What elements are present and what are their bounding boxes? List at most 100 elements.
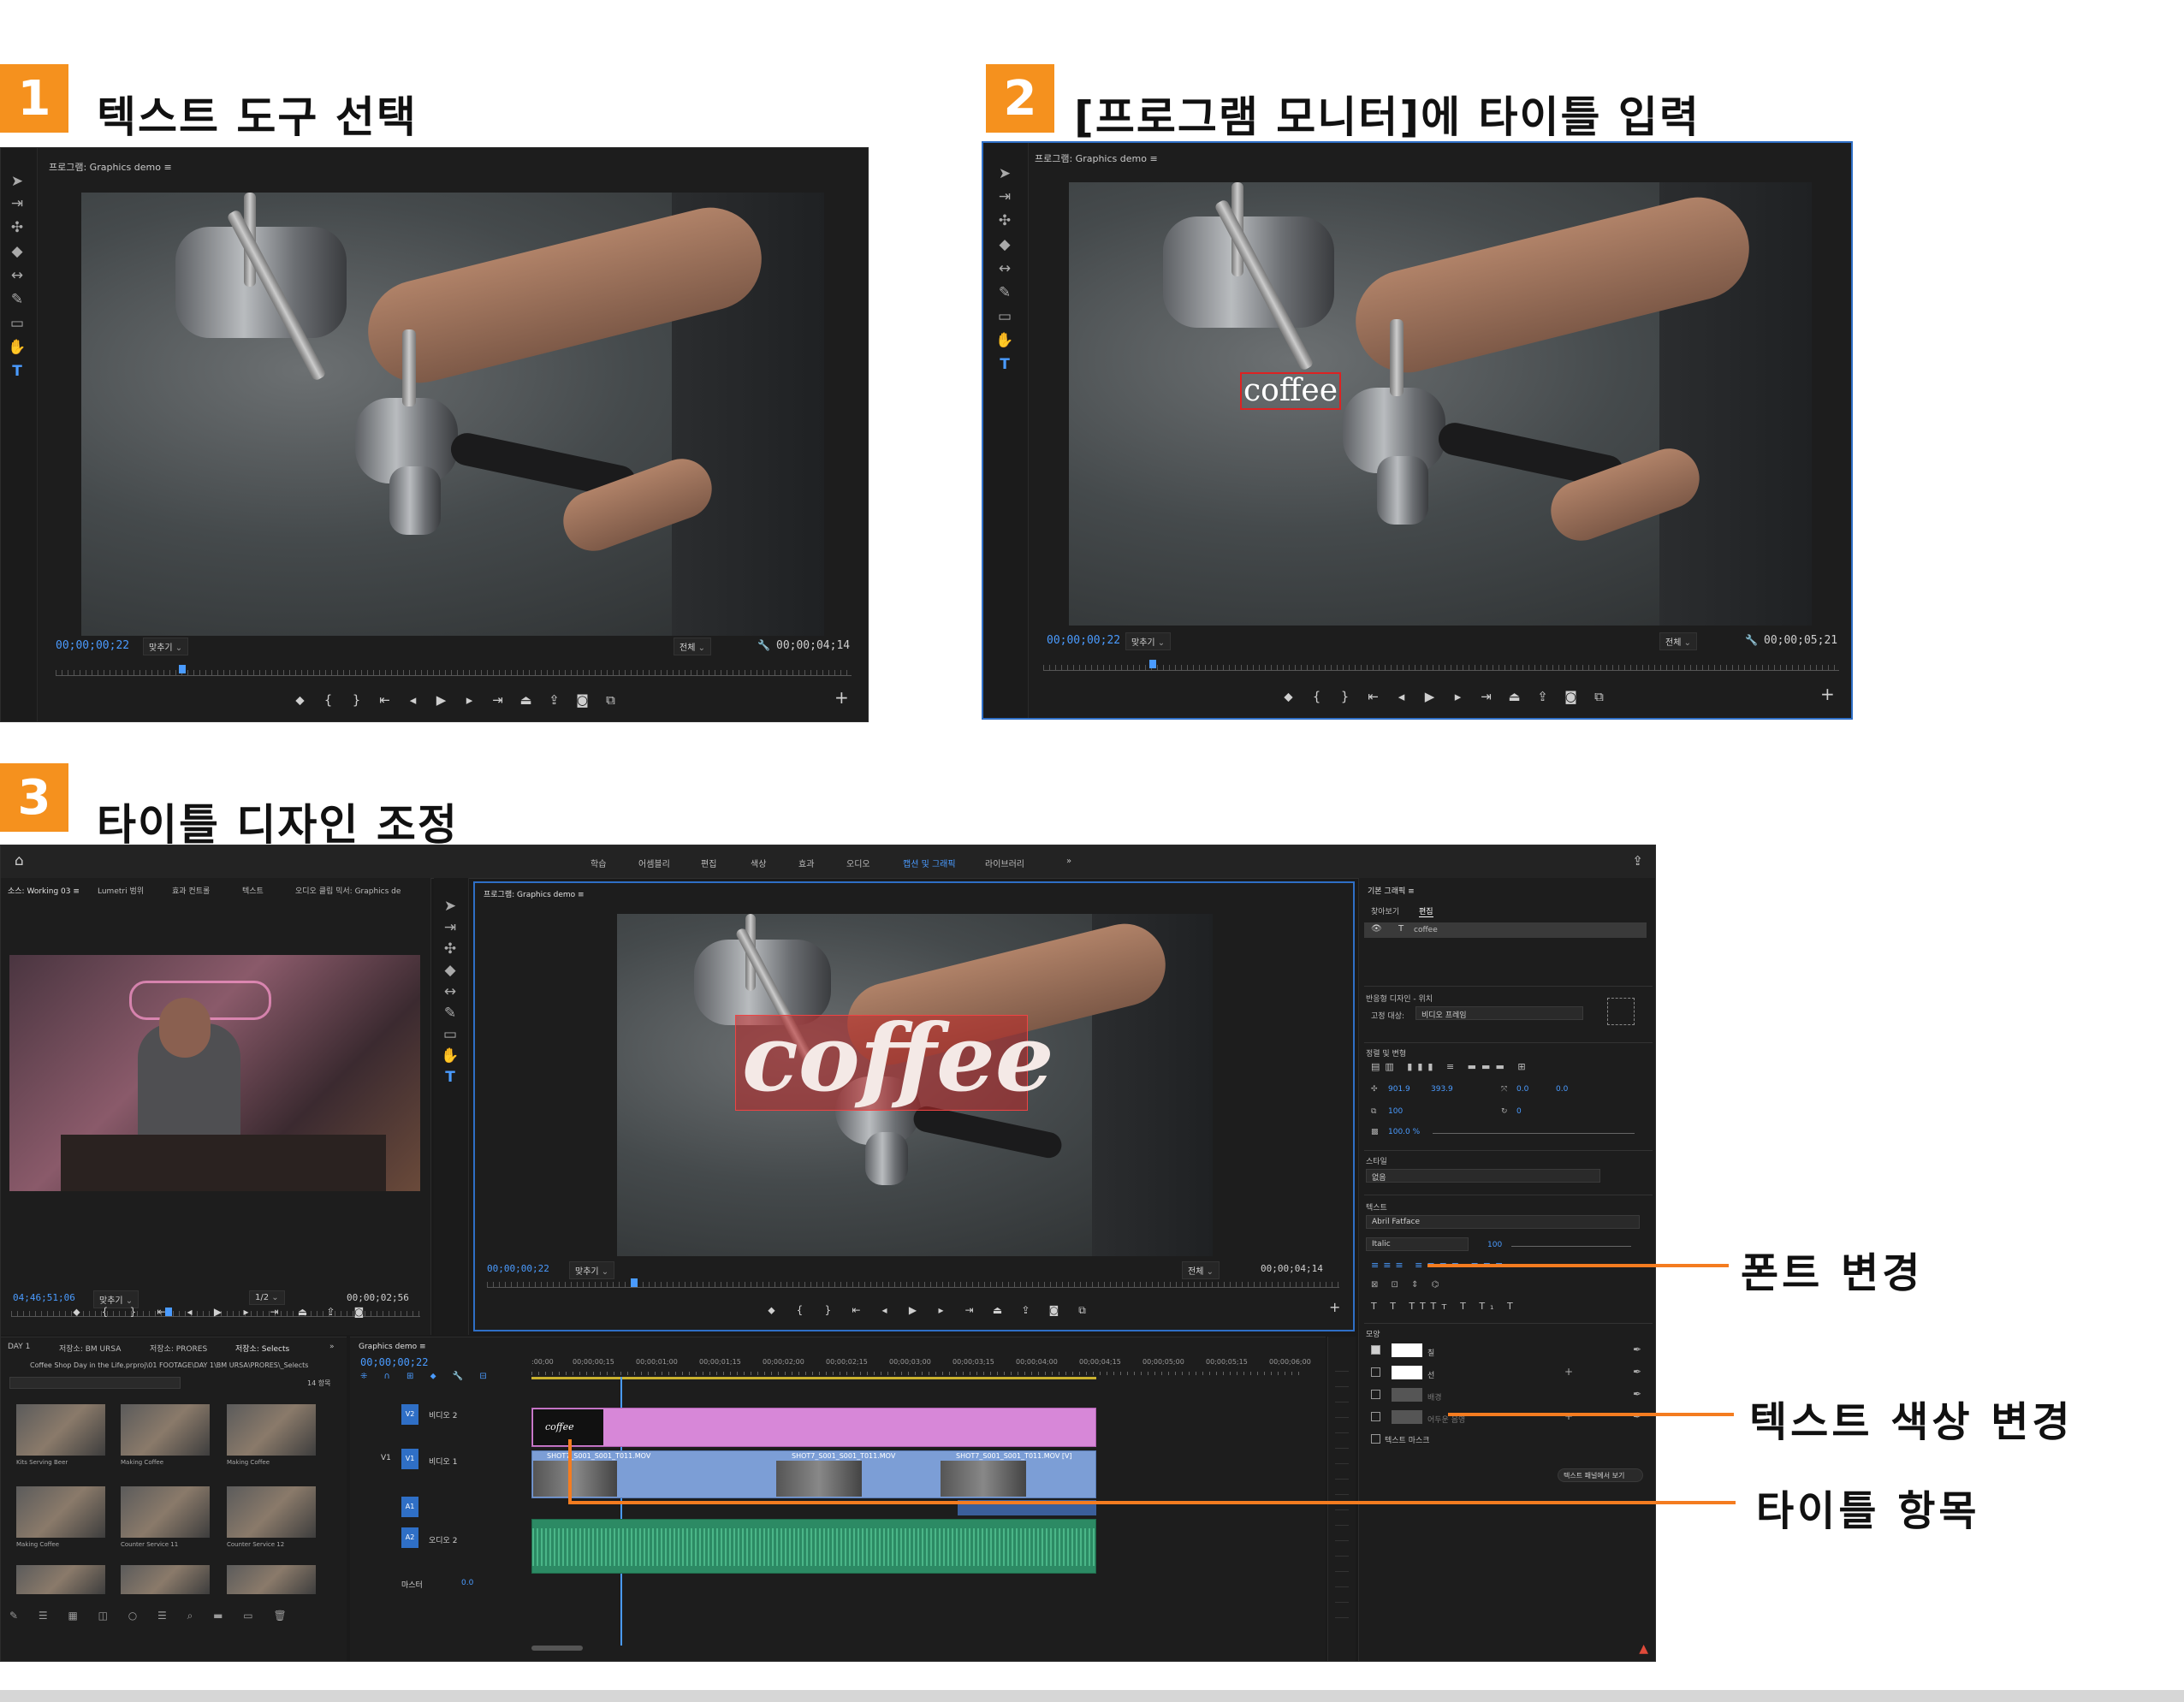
clip-thumbnail[interactable] bbox=[121, 1404, 210, 1456]
marker-icon[interactable]: ⬥ bbox=[757, 1304, 786, 1317]
go-to-out-icon[interactable]: ⇥ bbox=[484, 692, 512, 708]
clip-thumbnail[interactable] bbox=[16, 1486, 105, 1538]
fit-dropdown[interactable]: 맞추기 bbox=[1125, 632, 1172, 650]
rectangle-tool-icon[interactable]: ▭ bbox=[995, 307, 1014, 326]
text-mask-checkbox[interactable] bbox=[1371, 1434, 1380, 1444]
playhead[interactable] bbox=[1149, 660, 1156, 668]
program-scrubber[interactable] bbox=[487, 1278, 1339, 1288]
scale-value[interactable]: 100 bbox=[1388, 1107, 1403, 1116]
selection-tool-icon[interactable]: ➤ bbox=[441, 897, 460, 916]
mark-in-icon[interactable]: { bbox=[91, 1306, 119, 1319]
project-search-input[interactable] bbox=[9, 1377, 181, 1389]
background-color-swatch[interactable] bbox=[1392, 1388, 1422, 1402]
workspace-more[interactable]: » bbox=[1066, 857, 1071, 866]
bin-tab[interactable]: 저장소: BM URSA bbox=[59, 1343, 121, 1354]
pen-tool-icon[interactable]: ✎ bbox=[8, 290, 27, 309]
program-playhead[interactable] bbox=[631, 1278, 638, 1287]
hand-tool-icon[interactable]: ✋ bbox=[995, 331, 1014, 350]
step-forward-icon[interactable]: ▸ bbox=[455, 692, 484, 708]
go-to-out-icon[interactable]: ⇥ bbox=[1472, 689, 1500, 704]
go-to-out-icon[interactable]: ⇥ bbox=[260, 1306, 288, 1319]
ripple-edit-tool-icon[interactable]: ✣ bbox=[8, 218, 27, 237]
camera-icon[interactable]: ◙ bbox=[1557, 689, 1585, 704]
text-style-icons[interactable]: T T TTTт T T₁ T bbox=[1371, 1301, 1518, 1312]
lift-icon[interactable]: ⏏ bbox=[1500, 689, 1528, 704]
anchor-x[interactable]: 0.0 bbox=[1516, 1085, 1528, 1094]
opacity-slider[interactable] bbox=[1433, 1133, 1635, 1134]
razor-tool-icon[interactable]: ◆ bbox=[8, 242, 27, 261]
clip-thumbnail[interactable] bbox=[227, 1404, 316, 1456]
bin-tab[interactable]: DAY 1 bbox=[8, 1343, 30, 1351]
step-back-icon[interactable]: ◂ bbox=[870, 1304, 899, 1317]
audio-clip-a2[interactable] bbox=[531, 1519, 1096, 1574]
stroke-checkbox[interactable] bbox=[1371, 1367, 1380, 1377]
add-button-icon[interactable]: + bbox=[834, 687, 849, 708]
wrench-icon[interactable]: 🔧 bbox=[757, 639, 770, 651]
mark-in-icon[interactable]: { bbox=[1303, 689, 1331, 704]
step-forward-icon[interactable]: ▸ bbox=[1444, 689, 1472, 704]
step-back-icon[interactable]: ◂ bbox=[175, 1306, 204, 1319]
compare-icon[interactable]: ⧉ bbox=[1585, 689, 1613, 704]
lift-icon[interactable]: ⏏ bbox=[512, 692, 540, 708]
ripple-edit-tool-icon[interactable]: ✣ bbox=[995, 211, 1014, 230]
mark-out-icon[interactable]: } bbox=[342, 692, 371, 708]
home-icon[interactable]: ⌂ bbox=[15, 852, 24, 869]
title-text-styled[interactable]: coffee bbox=[742, 1011, 1054, 1106]
compare-icon[interactable]: ⧉ bbox=[596, 692, 625, 708]
bin-tab-active[interactable]: 저장소: Selects bbox=[235, 1343, 289, 1354]
sequence-tab[interactable]: Graphics demo ≡ bbox=[359, 1343, 426, 1351]
razor-tool-icon[interactable]: ◆ bbox=[995, 235, 1014, 254]
clip-thumbnail[interactable] bbox=[121, 1486, 210, 1538]
workspace-tab[interactable]: 색상 bbox=[751, 857, 766, 869]
timeline-zoom-scrollbar[interactable] bbox=[531, 1646, 583, 1651]
opacity-value[interactable]: 100.0 % bbox=[1388, 1128, 1420, 1136]
hand-tool-icon[interactable]: ✋ bbox=[441, 1047, 460, 1065]
stroke-color-swatch[interactable] bbox=[1392, 1366, 1422, 1379]
mark-in-icon[interactable]: { bbox=[786, 1304, 814, 1317]
selection-tool-icon[interactable]: ➤ bbox=[995, 164, 1014, 183]
fill-checkbox[interactable] bbox=[1371, 1345, 1380, 1355]
audio-mixer-tab[interactable]: 오디오 클립 믹서: Graphics de bbox=[295, 885, 401, 896]
play-icon[interactable]: ▶ bbox=[899, 1304, 927, 1317]
marker-icon[interactable]: ⬥ bbox=[1274, 689, 1303, 704]
timeline-timecode[interactable]: 00;00;00;22 bbox=[360, 1356, 428, 1368]
program-fit-dropdown[interactable]: 맞추기 bbox=[569, 1261, 615, 1279]
font-style-dropdown[interactable]: Italic bbox=[1366, 1237, 1469, 1251]
text-tab[interactable]: 텍스트 bbox=[242, 885, 264, 896]
camera-icon[interactable]: ◙ bbox=[1040, 1304, 1068, 1317]
monitor-tab[interactable]: 프로그램: Graphics demo ≡ bbox=[49, 160, 172, 174]
ripple-edit-tool-icon[interactable]: ✣ bbox=[441, 940, 460, 958]
align-buttons-icon[interactable]: ▤▥ ▮▮▮ ≡ ▬▬▬ ⊞ bbox=[1371, 1061, 1531, 1072]
layer-row[interactable]: 👁 T coffee bbox=[1364, 922, 1647, 938]
current-timecode[interactable]: 00;00;00;22 bbox=[1047, 634, 1120, 647]
workspace-tab[interactable]: 어셈블리 bbox=[638, 857, 670, 869]
clip-thumbnail[interactable] bbox=[227, 1565, 316, 1594]
stroke-eyedropper-icon[interactable]: ✒ bbox=[1633, 1366, 1641, 1378]
extract-icon[interactable]: ⇪ bbox=[1528, 689, 1557, 704]
pin-widget-icon[interactable] bbox=[1607, 998, 1635, 1025]
type-tool-icon[interactable]: T bbox=[995, 355, 1014, 374]
a1-source-patch[interactable]: A1 bbox=[401, 1497, 418, 1517]
timeline-scrubber[interactable] bbox=[1043, 658, 1839, 671]
quality-dropdown[interactable]: 전체 bbox=[674, 638, 711, 655]
font-dropdown[interactable]: Abril Fatface bbox=[1366, 1215, 1640, 1229]
anchor-y[interactable]: 0.0 bbox=[1556, 1085, 1568, 1094]
workspace-tab[interactable]: 효과 bbox=[798, 857, 814, 869]
timeline-tool-icons[interactable]: ⁜ ∩ ⊞ ⬥ 🔧 ⊟ bbox=[360, 1372, 494, 1381]
graphic-clip-track[interactable] bbox=[531, 1408, 1096, 1447]
effect-controls-tab[interactable]: 효과 컨트롤 bbox=[172, 885, 210, 896]
clip-thumbnail[interactable] bbox=[227, 1486, 316, 1538]
source-ratio-dropdown[interactable]: 1/2 bbox=[249, 1290, 285, 1305]
play-icon[interactable]: ▶ bbox=[204, 1306, 232, 1319]
project-footer-icons[interactable]: ✎ ☰ ▦ ◫ ○ ☰ ⌕ ▬ ▭ 🗑 bbox=[9, 1610, 295, 1622]
shadow-color-swatch[interactable] bbox=[1392, 1410, 1422, 1424]
position-y[interactable]: 393.9 bbox=[1431, 1085, 1453, 1094]
add-button-icon[interactable]: + bbox=[1329, 1299, 1340, 1315]
source-timecode[interactable]: 04;46;51;06 bbox=[13, 1292, 75, 1303]
v1-target[interactable]: V1 bbox=[381, 1454, 391, 1462]
eg-edit-tab[interactable]: 편집 bbox=[1419, 905, 1433, 917]
step-back-icon[interactable]: ◂ bbox=[399, 692, 427, 708]
go-to-in-icon[interactable]: ⇤ bbox=[371, 692, 399, 708]
workspace-tab-active[interactable]: 캡션 및 그래픽 bbox=[903, 857, 956, 869]
clip-thumbnail[interactable] bbox=[16, 1565, 105, 1594]
